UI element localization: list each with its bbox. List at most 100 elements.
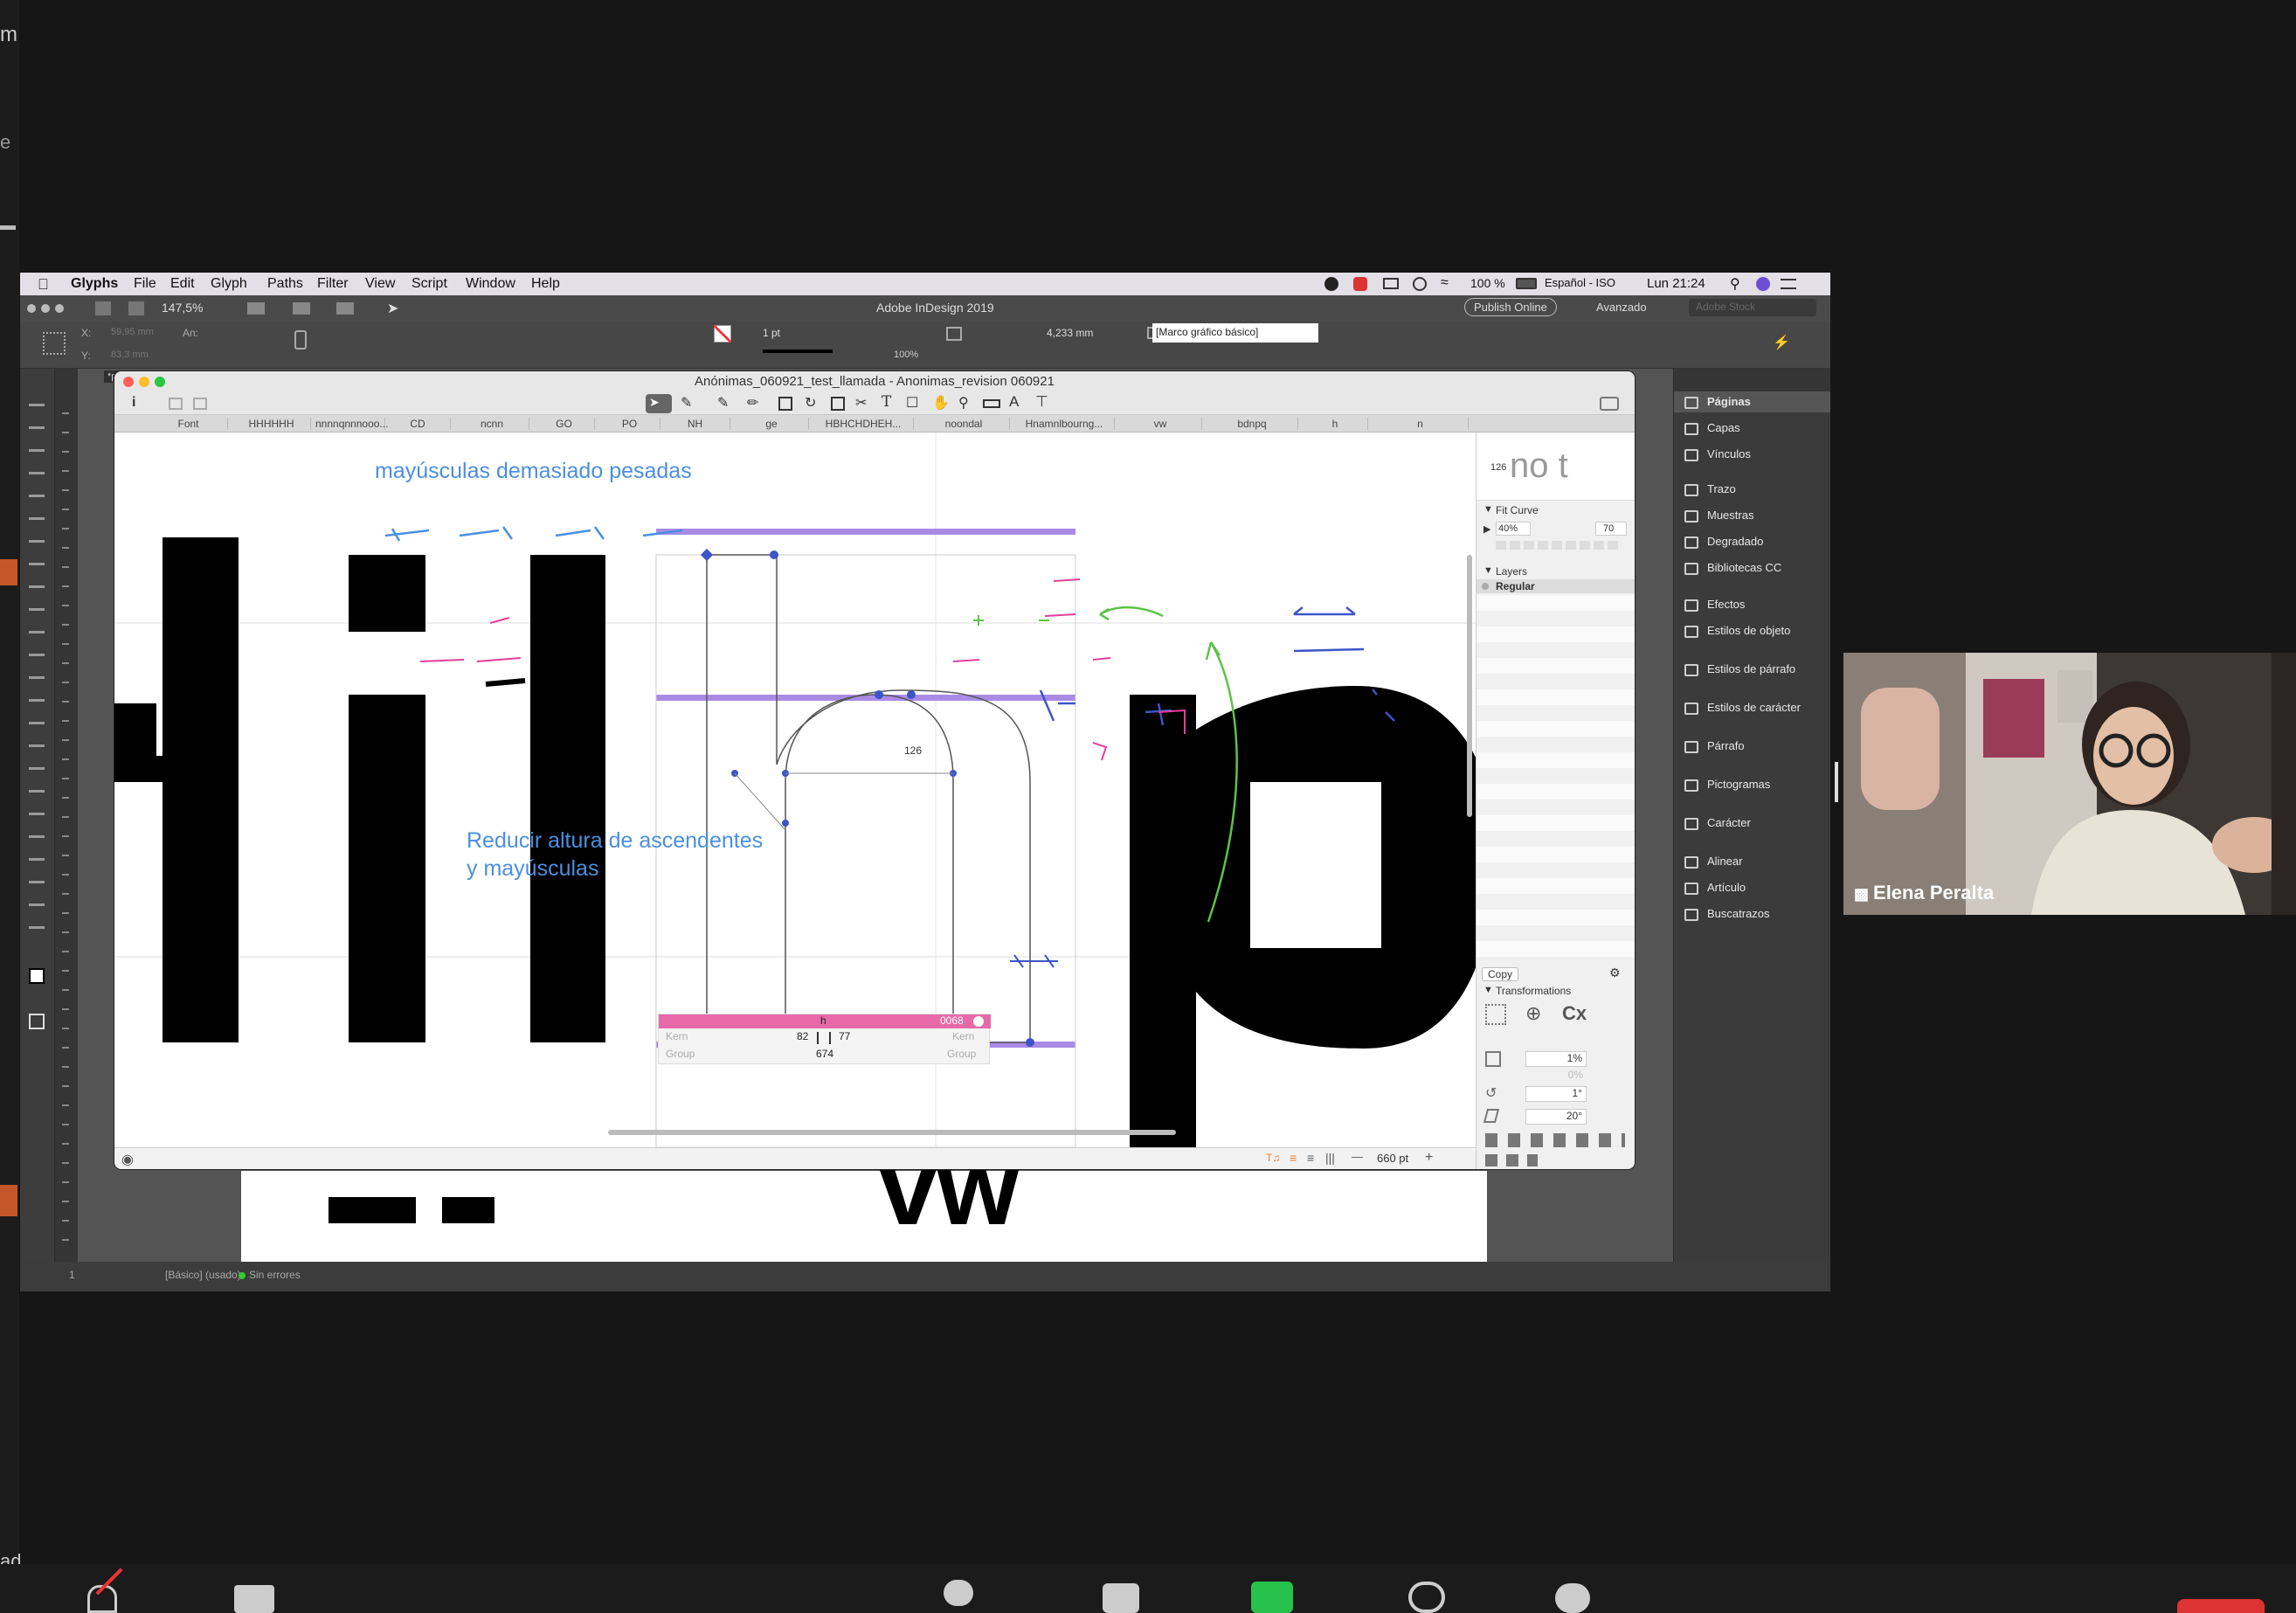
- edit-tab[interactable]: h: [1303, 418, 1368, 430]
- pencil-tool-icon[interactable]: ✏: [747, 394, 758, 412]
- siri-icon[interactable]: [1756, 277, 1770, 291]
- edit-tab[interactable]: ncnn: [455, 418, 529, 430]
- menu-help[interactable]: Help: [531, 276, 560, 292]
- menu-filter[interactable]: Filter: [317, 276, 349, 292]
- zoom-icon[interactable]: [155, 377, 165, 387]
- align-left-icon[interactable]: ≡: [1290, 1151, 1297, 1165]
- x-field[interactable]: 59,95 mm: [111, 327, 154, 337]
- panel-icon[interactable]: [1684, 510, 1698, 523]
- lightning-icon[interactable]: ⚡: [1773, 334, 1790, 351]
- panel-item[interactable]: Vínculos: [1707, 447, 1751, 460]
- pen-tool-icon[interactable]: ✎: [681, 394, 692, 412]
- spotlight-icon[interactable]: ⚲: [1730, 275, 1740, 293]
- panel-item[interactable]: Estilos de objeto: [1707, 624, 1790, 637]
- battery-icon[interactable]: [1516, 278, 1537, 289]
- width-value[interactable]: 674: [816, 1048, 833, 1060]
- window-min-icon[interactable]: [41, 304, 50, 313]
- cx-icon[interactable]: Cx: [1562, 1002, 1587, 1025]
- metrics-link-icon[interactable]: [817, 1032, 831, 1044]
- panel-icon[interactable]: [1684, 883, 1698, 895]
- reactions-icon[interactable]: [1555, 1583, 1590, 1613]
- panel-item[interactable]: Alinear: [1707, 855, 1742, 868]
- share-screen-icon[interactable]: [1251, 1582, 1293, 1613]
- align-right-icon[interactable]: ≡: [1307, 1151, 1314, 1165]
- menu-script[interactable]: Script: [411, 276, 447, 292]
- transformations-header[interactable]: Transformations: [1496, 985, 1571, 997]
- panel-item[interactable]: Degradado: [1707, 535, 1763, 548]
- knife-tool-icon[interactable]: ✂: [855, 394, 867, 412]
- edit-tab[interactable]: GO: [534, 418, 595, 430]
- align-buttons[interactable]: [1485, 1133, 1625, 1147]
- apple-menu-icon[interactable]: : [38, 276, 49, 294]
- panel-item[interactable]: Trazo: [1707, 482, 1736, 495]
- zoom-in-icon[interactable]: +: [1425, 1150, 1433, 1166]
- status-style[interactable]: [Básico] (usado): [165, 1269, 241, 1281]
- panel-item[interactable]: Capas: [1707, 421, 1740, 434]
- menu-window[interactable]: Window: [466, 276, 515, 292]
- y-field[interactable]: 83,3 mm: [111, 350, 149, 360]
- zoom-out-icon[interactable]: —: [1352, 1150, 1363, 1163]
- dimension-field[interactable]: 4,233 mm: [1047, 327, 1093, 339]
- info-icon[interactable]: i: [132, 395, 135, 411]
- publish-icon[interactable]: ➤: [387, 300, 398, 317]
- constrain-icon[interactable]: [294, 330, 307, 350]
- edit-tab[interactable]: CD: [385, 418, 451, 430]
- scale-icon[interactable]: [1485, 1051, 1501, 1067]
- bridge-icon[interactable]: [95, 301, 111, 315]
- text-direction-icon[interactable]: T♫: [1266, 1152, 1280, 1164]
- slant-icon[interactable]: [1483, 1109, 1500, 1123]
- layer-gear-icon[interactable]: ⚙: [1609, 966, 1621, 980]
- glyph-unicode[interactable]: 0068: [940, 1014, 964, 1027]
- panel-icon[interactable]: [1684, 484, 1698, 496]
- fill-stroke-icon[interactable]: [29, 968, 45, 984]
- edit-tab[interactable]: bdnpq: [1207, 418, 1298, 430]
- scale-tool-icon[interactable]: [831, 397, 845, 411]
- type-frame-tool-icon[interactable]: ⊤: [1035, 393, 1048, 411]
- menu-glyph[interactable]: Glyph: [211, 276, 247, 292]
- rsb-value[interactable]: 77: [839, 1030, 850, 1042]
- panel-icon[interactable]: [1684, 626, 1698, 638]
- panel-icon[interactable]: [1684, 779, 1698, 792]
- panel-icon[interactable]: [1684, 741, 1698, 753]
- chevron-down-icon[interactable]: ▼: [1483, 565, 1493, 576]
- participant-video[interactable]: ▩ Elena Peralta: [1843, 653, 2296, 915]
- panel-icon[interactable]: [1684, 818, 1698, 830]
- reference-point-icon[interactable]: [43, 332, 66, 355]
- formatting-icon[interactable]: [29, 1014, 45, 1029]
- edit-tab[interactable]: Font: [149, 418, 228, 430]
- object-style-select[interactable]: [Marco gráfico básico]: [1152, 323, 1318, 343]
- measure-tool-icon[interactable]: [983, 399, 1000, 408]
- status-icon-red[interactable]: [1353, 277, 1367, 291]
- panel-item[interactable]: Muestras: [1707, 509, 1753, 522]
- transform-origin-icon[interactable]: [1485, 1004, 1506, 1025]
- window-close-icon[interactable]: [27, 304, 36, 313]
- layers-list[interactable]: [1476, 595, 1635, 962]
- menu-file[interactable]: File: [134, 276, 156, 292]
- scale-field[interactable]: 1%: [1525, 1051, 1587, 1067]
- panel-item[interactable]: Estilos de párrafo: [1707, 662, 1795, 675]
- draw-tool-icon[interactable]: ✎: [717, 394, 729, 412]
- crosshair-icon[interactable]: ⊕: [1525, 1002, 1541, 1025]
- video-resize-handle[interactable]: [1835, 762, 1838, 802]
- panel-item[interactable]: Estilos de carácter: [1707, 701, 1801, 714]
- status-page-number[interactable]: 1: [69, 1269, 75, 1281]
- layer-visibility-icon[interactable]: [1482, 583, 1489, 590]
- chat-icon[interactable]: [1103, 1583, 1139, 1613]
- input-language[interactable]: Español - ISO: [1545, 276, 1615, 289]
- edit-tab[interactable]: HBHCHDHEH...: [813, 418, 914, 430]
- stroke-weight-field[interactable]: 1 pt: [763, 327, 780, 339]
- fit-max-field[interactable]: 70: [1595, 522, 1627, 536]
- panel-icon[interactable]: [1684, 423, 1698, 435]
- chevron-right-icon[interactable]: ▶: [1483, 523, 1490, 535]
- panel-item[interactable]: Efectos: [1707, 598, 1745, 611]
- rotate-tool-icon[interactable]: ↻: [805, 394, 816, 412]
- edit-tab[interactable]: HHHHHH: [232, 418, 311, 430]
- align-icon[interactable]: [946, 327, 962, 341]
- glyph-info-close-icon[interactable]: [973, 1016, 984, 1027]
- fit-min-field[interactable]: 40%: [1496, 522, 1531, 536]
- fit-curve-header[interactable]: Fit Curve: [1496, 504, 1539, 516]
- lsb-value[interactable]: 82: [797, 1030, 808, 1042]
- panel-item[interactable]: Carácter: [1707, 816, 1751, 829]
- status-errors[interactable]: Sin errores: [249, 1269, 301, 1281]
- layers-header[interactable]: Layers: [1496, 565, 1527, 578]
